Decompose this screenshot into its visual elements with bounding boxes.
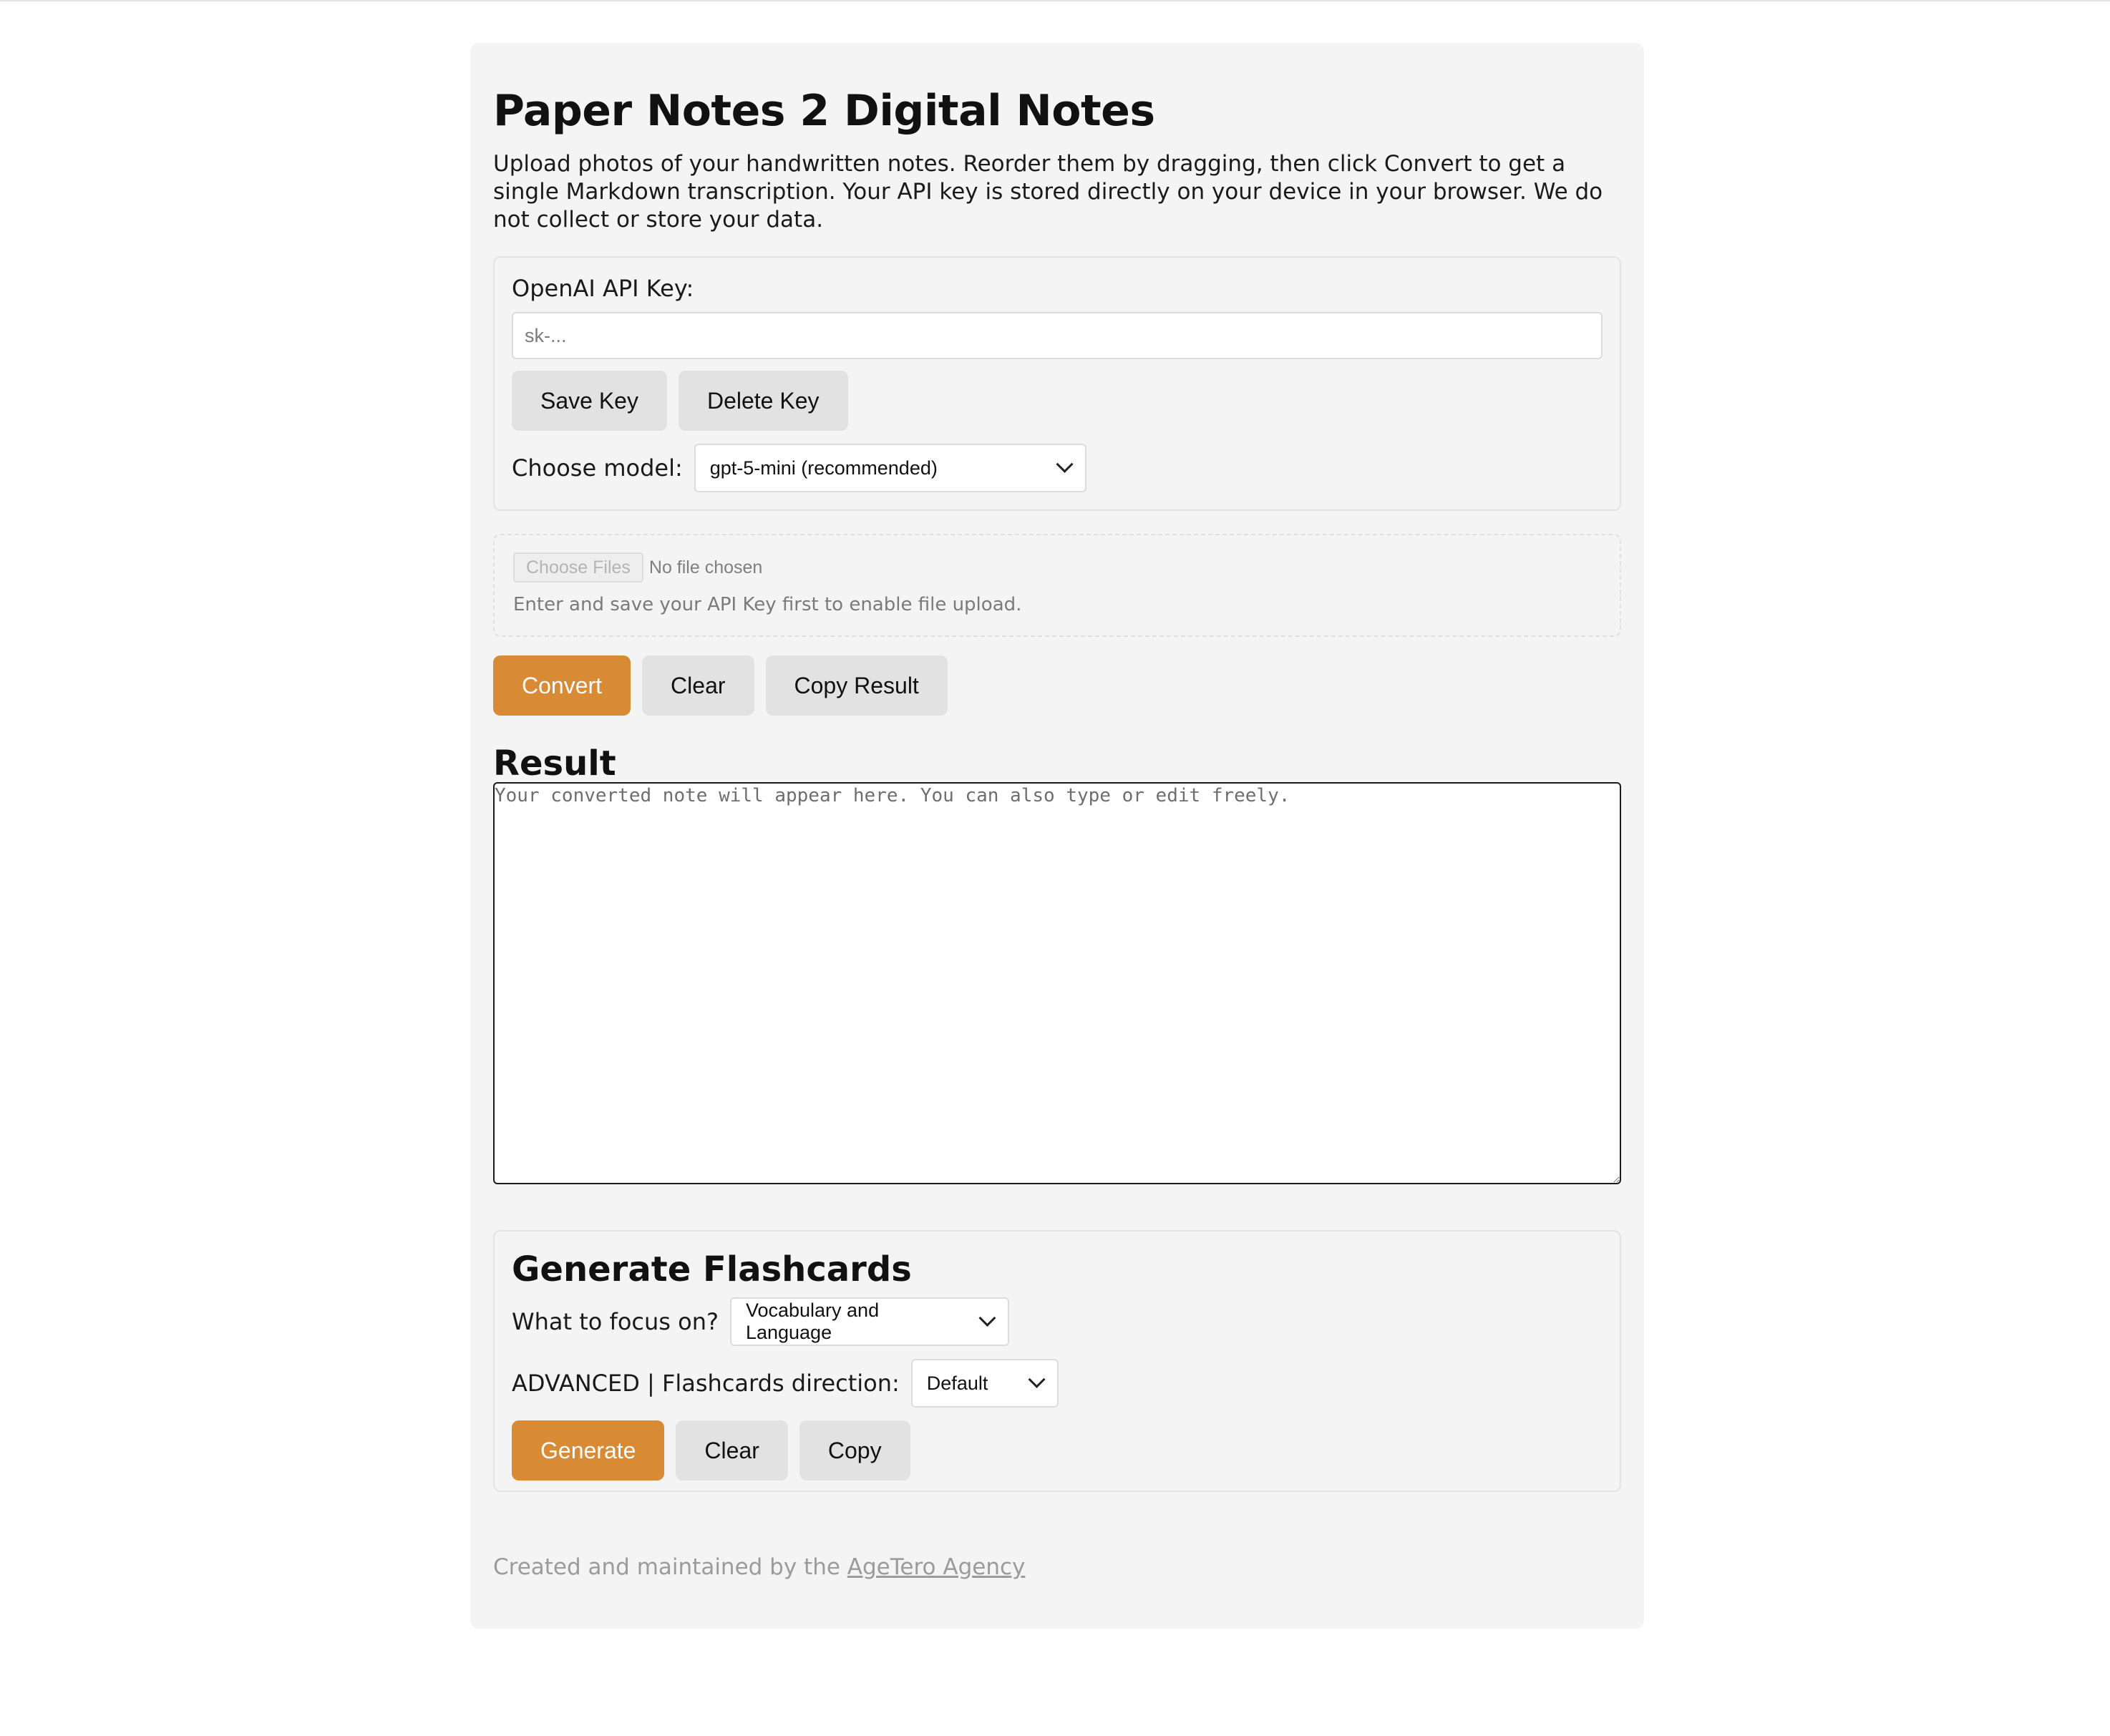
top-divider bbox=[0, 0, 2110, 1]
footer-text: Created and maintained by the bbox=[493, 1554, 847, 1580]
intro-text: Upload photos of your handwritten notes.… bbox=[493, 151, 1603, 233]
direction-label: ADVANCED | Flashcards direction: bbox=[512, 1370, 900, 1398]
flashcards-button-row: Generate Clear Copy bbox=[512, 1420, 1603, 1481]
flashcards-panel: Generate Flashcards What to focus on? Vo… bbox=[493, 1229, 1621, 1492]
chevron-down-icon bbox=[978, 1309, 996, 1327]
main-container: Paper Notes 2 Digital Notes Upload photo… bbox=[470, 43, 1644, 1629]
flashcards-clear-button[interactable]: Clear bbox=[676, 1420, 788, 1481]
page-title: Paper Notes 2 Digital Notes bbox=[493, 86, 1155, 136]
file-picker: Choose Files No file chosen bbox=[513, 552, 1601, 583]
direction-row: ADVANCED | Flashcards direction: Default bbox=[512, 1359, 1603, 1408]
api-key-input[interactable] bbox=[512, 312, 1603, 360]
model-select-value: gpt-5-mini (recommended) bbox=[709, 457, 938, 479]
choose-files-button[interactable]: Choose Files bbox=[513, 552, 643, 583]
api-key-panel: OpenAI API Key: Save Key Delete Key Choo… bbox=[493, 256, 1621, 512]
save-key-button[interactable]: Save Key bbox=[512, 371, 667, 431]
key-button-row: Save Key Delete Key bbox=[512, 371, 1603, 431]
focus-select[interactable]: Vocabulary and Language bbox=[729, 1297, 1009, 1347]
convert-button-row: Convert Clear Copy Result bbox=[493, 655, 1621, 716]
focus-select-value: Vocabulary and Language bbox=[745, 1299, 880, 1344]
model-label: Choose model: bbox=[512, 454, 683, 482]
delete-key-button[interactable]: Delete Key bbox=[678, 371, 848, 431]
model-select[interactable]: gpt-5-mini (recommended) bbox=[694, 444, 1086, 493]
flashcards-heading: Generate Flashcards bbox=[512, 1249, 912, 1289]
result-textarea[interactable] bbox=[493, 781, 1621, 1184]
upload-panel: Choose Files No file chosen Enter and sa… bbox=[493, 534, 1621, 638]
api-key-label: OpenAI API Key: bbox=[512, 275, 694, 303]
direction-select[interactable]: Default bbox=[910, 1359, 1059, 1408]
agency-link[interactable]: AgeTero Agency bbox=[847, 1554, 1026, 1580]
clear-button[interactable]: Clear bbox=[642, 655, 754, 716]
model-row: Choose model: gpt-5-mini (recommended) bbox=[512, 444, 1603, 493]
footer: Created and maintained by the AgeTero Ag… bbox=[493, 1554, 1025, 1580]
direction-select-value: Default bbox=[926, 1372, 988, 1394]
upload-hint: Enter and save your API Key first to ena… bbox=[513, 594, 1022, 616]
flashcards-copy-button[interactable]: Copy bbox=[799, 1420, 910, 1481]
result-heading: Result bbox=[493, 743, 616, 784]
convert-button[interactable]: Convert bbox=[493, 655, 631, 716]
generate-button[interactable]: Generate bbox=[512, 1420, 665, 1481]
focus-row: What to focus on? Vocabulary and Languag… bbox=[512, 1297, 1603, 1347]
copy-result-button[interactable]: Copy Result bbox=[765, 655, 948, 716]
chevron-down-icon bbox=[1028, 1370, 1046, 1388]
file-status: No file chosen bbox=[648, 557, 763, 577]
chevron-down-icon bbox=[1056, 455, 1074, 473]
focus-label: What to focus on? bbox=[512, 1308, 719, 1336]
